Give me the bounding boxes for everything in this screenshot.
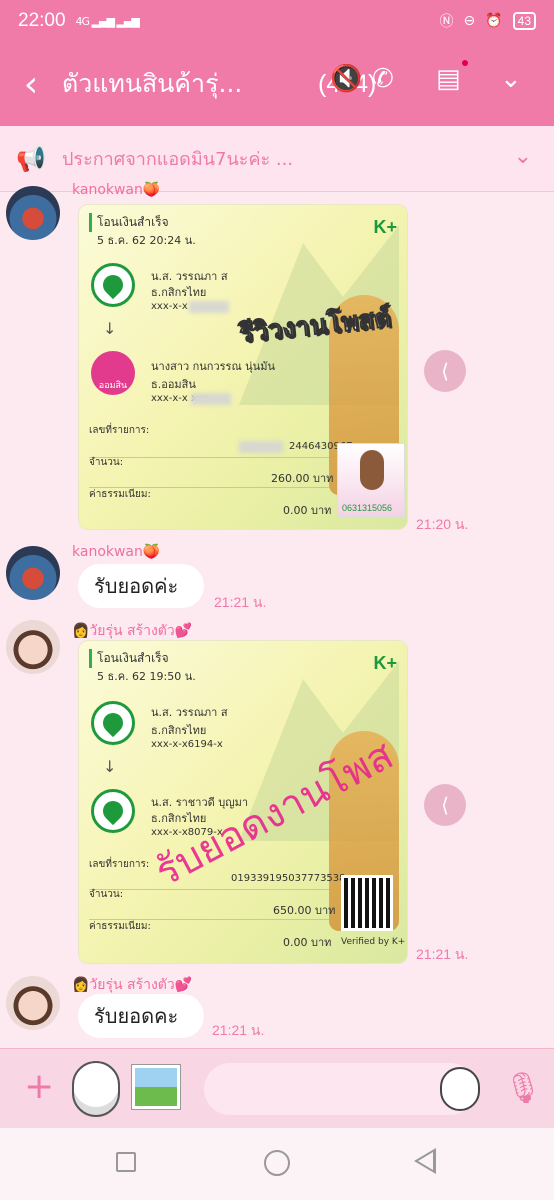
- alarm-icon: ⏰: [485, 13, 503, 29]
- status-bar: 22:00 4G ▂▄▆ ▂▄▆ Ⓝ ⊖ ⏰ 43: [0, 0, 554, 42]
- kbank-logo: [91, 701, 135, 745]
- divider: [89, 457, 329, 458]
- fee-value: 0.00 บาท: [283, 936, 332, 949]
- arrow-down-icon: ↓: [103, 319, 117, 338]
- sender-bank: ธ.กสิกรไทย: [151, 286, 207, 299]
- receipt-image[interactable]: โอนเงินสำเร็จ 5 ธ.ค. 62 20:24 น. K+ น.ส.…: [78, 204, 408, 530]
- back-icon[interactable]: ‹: [0, 64, 62, 105]
- amount-value: 260.00 บาท: [271, 472, 334, 485]
- lock-icon: ⊖: [463, 13, 476, 29]
- ref-label: เลขที่รายการ:: [89, 859, 150, 870]
- sender-bank: ธ.กสิกรไทย: [151, 724, 207, 737]
- network-type: 4G: [75, 14, 90, 28]
- avatar[interactable]: [6, 186, 60, 240]
- amount-value: 650.00 บาท: [273, 904, 336, 917]
- mic-icon[interactable]: 🎙: [504, 1071, 542, 1106]
- message-time: 21:21 น.: [214, 594, 267, 610]
- ref-number: 019339195037773538: [231, 873, 346, 884]
- chevron-down-icon[interactable]: ⌄: [514, 144, 532, 169]
- sender-name: kanokwan🍑: [72, 182, 161, 198]
- message-bubble[interactable]: รับยอดคะ: [78, 994, 204, 1038]
- recents-button[interactable]: [116, 1152, 136, 1172]
- megaphone-icon: 📢: [16, 144, 46, 173]
- battery-icon: 43: [512, 12, 536, 30]
- sender-name: kanokwan🍑: [72, 544, 161, 560]
- network-icon: 4G ▂▄▆ ▂▄▆: [75, 14, 140, 28]
- home-button[interactable]: [264, 1150, 290, 1176]
- kbank-logo: [91, 789, 135, 833]
- avatar[interactable]: [6, 976, 60, 1030]
- person-image: [360, 450, 384, 490]
- photo-icon[interactable]: [132, 1065, 180, 1109]
- chat-title[interactable]: ตัวแทนสินค้ารุ่...: [62, 64, 314, 104]
- redaction-blur: [191, 393, 231, 405]
- redaction-blur: [239, 441, 283, 453]
- notes-icon[interactable]: ▤: [436, 64, 461, 94]
- chevron-down-icon[interactable]: ⌄: [500, 64, 522, 94]
- receipt-title: โอนเงินสำเร็จ: [89, 213, 169, 232]
- message-time: 21:20 น.: [416, 516, 469, 532]
- nfc-icon: Ⓝ: [439, 14, 454, 30]
- sticker-icon[interactable]: [72, 1061, 120, 1117]
- message-input[interactable]: [204, 1063, 476, 1115]
- amount-label: จำนวน:: [89, 889, 124, 900]
- qr-code: [341, 875, 393, 931]
- sender-account-name: น.ส. วรรณภา ส: [151, 706, 228, 719]
- plus-icon[interactable]: +: [24, 1067, 54, 1107]
- status-time: 22:00: [18, 10, 66, 31]
- receipt-title: โอนเงินสำเร็จ: [89, 649, 169, 668]
- promo-sticker: 0631315056: [337, 443, 405, 517]
- emoji-icon[interactable]: [440, 1067, 480, 1111]
- fee-label: ค่าธรรมเนียม:: [89, 489, 151, 500]
- avatar[interactable]: [6, 546, 60, 600]
- message-bubble[interactable]: รับยอดค่ะ: [78, 564, 204, 608]
- redaction-blur: [189, 301, 229, 313]
- chat-header: ‹ ตัวแทนสินค้ารุ่... (454) 🔇 ✆ ▤ ⌄: [0, 42, 554, 126]
- share-icon[interactable]: ⟨: [424, 784, 466, 826]
- message-time: 21:21 น.: [212, 1022, 265, 1038]
- kbank-logo: [91, 263, 135, 307]
- mute-icon[interactable]: 🔇: [330, 64, 362, 94]
- fee-label: ค่าธรรมเนียม:: [89, 921, 151, 932]
- receiver-bank: ธ.ออมสิน: [151, 378, 196, 391]
- qr-label: Verified by K+: [341, 937, 406, 947]
- divider: [89, 889, 329, 890]
- receipt-image[interactable]: โอนเงินสำเร็จ 5 ธ.ค. 62 19:50 น. K+ น.ส.…: [78, 640, 408, 964]
- announcement-text: ประกาศจากแอดมิน7นะค่ะ ...: [62, 149, 294, 170]
- message-input-bar: + 🎙: [0, 1048, 554, 1128]
- arrow-down-icon: ↓: [103, 757, 117, 776]
- sender-name: 👩วัยรุ่น สร้างตัว💕: [72, 623, 193, 639]
- kplus-logo: K+: [373, 653, 397, 673]
- status-icons: Ⓝ ⊖ ⏰ 43: [439, 11, 536, 31]
- kplus-logo: K+: [373, 217, 397, 237]
- gsb-logo-text: ออมสิน: [98, 381, 128, 391]
- phone-icon[interactable]: ✆: [372, 64, 394, 94]
- notification-dot: [462, 60, 468, 66]
- receiver-account-name: นางสาว กนกวรรณ นุ่นมัน: [151, 360, 275, 373]
- back-button[interactable]: [414, 1148, 436, 1174]
- receipt-date: 5 ธ.ค. 62 19:50 น.: [97, 670, 196, 683]
- promo-phone: 0631315056: [342, 503, 393, 513]
- amount-label: จำนวน:: [89, 457, 124, 468]
- system-nav-bar: [0, 1128, 554, 1200]
- gsb-logo: ออมสิน: [91, 351, 135, 395]
- ref-label: เลขที่รายการ:: [89, 425, 150, 436]
- sender-account-number: xxx-x-x6194-x: [151, 739, 223, 750]
- sender-name: 👩วัยรุ่น สร้างตัว💕: [72, 977, 193, 993]
- sender-account-number: xxx-x-x: [151, 301, 188, 312]
- fee-value: 0.00 บาท: [283, 504, 332, 517]
- share-icon[interactable]: ⟨: [424, 350, 466, 392]
- avatar[interactable]: [6, 620, 60, 674]
- receipt-date: 5 ธ.ค. 62 20:24 น.: [97, 234, 196, 247]
- message-time: 21:21 น.: [416, 946, 469, 962]
